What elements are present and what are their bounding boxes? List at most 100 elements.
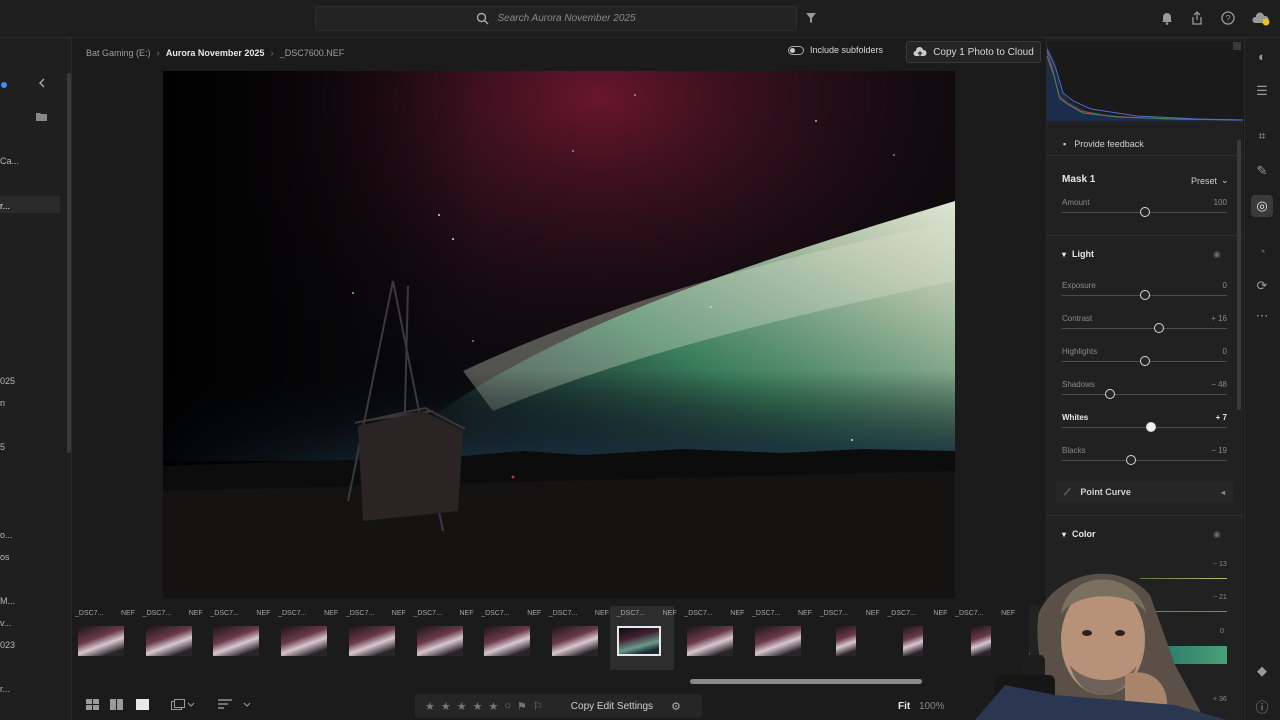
flag-icon[interactable]: ⚑ (517, 700, 527, 713)
left-item[interactable]: M... (0, 596, 15, 606)
breadcrumb-drive[interactable]: Bat Gaming (E:) (73, 48, 157, 58)
left-item[interactable]: 025 (0, 376, 15, 386)
include-subfolders-toggle[interactable]: Include subfolders (788, 45, 883, 55)
thumbnail-image[interactable] (484, 626, 531, 656)
thumbnail-image[interactable] (971, 626, 992, 656)
filmstrip-thumbnail[interactable]: _DSC7... NEF (210, 610, 270, 660)
eye-icon[interactable]: ◉ (1213, 529, 1221, 540)
copy-to-cloud-button[interactable]: Copy 1 Photo to Cloud (906, 41, 1041, 63)
bell-icon[interactable] (1161, 12, 1173, 25)
thumbnail-image[interactable] (551, 626, 598, 656)
thumbnail-image[interactable] (687, 626, 734, 656)
copy-edit-settings-button[interactable]: Copy Edit Settings (571, 701, 653, 712)
breadcrumb-album[interactable]: Aurora November 2025 (160, 48, 271, 58)
square-grid-view-icon[interactable] (110, 699, 123, 710)
share-icon[interactable] (1190, 11, 1204, 25)
filmstrip-thumbnail[interactable]: _DSC7... NEF (609, 606, 677, 670)
filmstrip-thumbnail[interactable]: _DSC7... NEF (955, 610, 1015, 660)
left-item[interactable]: 5 (0, 442, 5, 452)
left-item[interactable]: o... (0, 530, 13, 540)
slider-knob[interactable] (1126, 455, 1137, 465)
left-item[interactable]: os (0, 552, 10, 562)
left-item[interactable]: 023 (0, 640, 15, 650)
thumbnail-image[interactable] (903, 626, 924, 656)
more-icon[interactable]: ⋯ (1251, 305, 1273, 327)
reject-circle-icon[interactable]: ○ (504, 700, 511, 712)
slider-knob[interactable] (1139, 356, 1150, 366)
left-item[interactable]: v... (0, 618, 11, 628)
zoom-level[interactable]: 100% (919, 701, 945, 712)
thumbnail-image[interactable] (416, 626, 463, 656)
filmstrip-thumbnail[interactable]: _DSC7... NEF (820, 610, 880, 660)
red-eye-icon[interactable]: ◔ (1251, 240, 1273, 262)
star-icon[interactable]: ★ (425, 700, 435, 713)
slider-knob[interactable] (1139, 207, 1150, 217)
filmstrip-thumbnail[interactable]: _DSC7... NEF (278, 610, 338, 660)
slider-shadows[interactable]: Shadows − 48 (1062, 380, 1227, 410)
thumbnail-image[interactable] (145, 626, 192, 656)
star-icon[interactable]: ★ (457, 700, 467, 713)
light-section-header[interactable]: ▾ Light (1062, 249, 1094, 259)
slider-exposure[interactable]: Exposure 0 (1062, 281, 1227, 311)
slider-track[interactable] (1062, 328, 1227, 329)
filmstrip-thumbnail[interactable]: _DSC7... NEF (75, 610, 135, 660)
filter-icon[interactable] (805, 12, 817, 24)
grid-view-icon[interactable] (86, 699, 99, 710)
unflag-icon[interactable]: ⚐ (533, 700, 543, 713)
compare-view-icon[interactable] (171, 699, 195, 710)
new-folder-icon[interactable] (35, 111, 48, 122)
filmstrip-thumbnail[interactable]: _DSC7... NEF (887, 610, 947, 660)
left-item-selected[interactable]: r... (0, 201, 10, 211)
filmstrip-thumbnail[interactable]: _DSC7... NEF (414, 610, 474, 660)
filmstrip-thumbnail[interactable]: _DSC7... NEF (549, 610, 609, 660)
left-panel-scrollbar[interactable] (67, 73, 71, 453)
point-curve-row[interactable]: ⟋ Point Curve ◂ (1056, 481, 1233, 503)
slider-knob[interactable] (1139, 290, 1150, 300)
slider-knob[interactable] (1104, 389, 1115, 399)
slider-knob[interactable] (1154, 323, 1165, 333)
search-input[interactable]: Search Aurora November 2025 (497, 13, 635, 24)
healing-icon[interactable]: ✎ (1251, 160, 1273, 182)
toggle-switch[interactable] (788, 45, 804, 55)
eye-icon[interactable]: ◉ (1213, 249, 1221, 260)
amount-slider[interactable]: Amount 100 (1062, 198, 1227, 228)
thumbnail-image[interactable] (348, 626, 395, 656)
slider-knob[interactable] (1146, 422, 1157, 432)
crop-icon[interactable]: ⌗ (1251, 125, 1273, 147)
filmstrip-scrollbar[interactable] (690, 679, 922, 684)
left-item[interactable]: r... (0, 684, 10, 694)
star-icon[interactable]: ★ (441, 700, 451, 713)
masking-icon[interactable]: ◎ (1251, 195, 1273, 217)
presets-icon[interactable]: ◐ (1251, 45, 1273, 67)
filmstrip-thumbnail[interactable]: _DSC7... NEF (346, 610, 406, 660)
filmstrip-thumbnail[interactable]: _DSC7... NEF (481, 610, 541, 660)
sort-icon[interactable] (218, 699, 252, 710)
star-icon[interactable]: ★ (473, 700, 483, 713)
thumbnail-image[interactable] (835, 626, 856, 656)
edit-sliders-icon[interactable]: ☰ (1251, 80, 1273, 102)
thumbnail-image[interactable] (213, 626, 260, 656)
edit-panel-scrollbar[interactable] (1237, 140, 1241, 410)
left-item[interactable]: n (0, 398, 5, 408)
photo-preview[interactable] (163, 71, 955, 598)
color-section-header[interactable]: ▾ Color (1062, 529, 1096, 539)
filmstrip-thumbnail[interactable]: _DSC7... NEF (143, 610, 203, 660)
provide-feedback-row[interactable]: ▪ Provide feedback (1047, 132, 1243, 156)
star-icon[interactable]: ★ (489, 700, 499, 713)
collapse-panel-icon[interactable] (38, 78, 46, 88)
preset-dropdown[interactable]: Preset ⌄ (1191, 175, 1229, 186)
slider-contrast[interactable]: Contrast + 16 (1062, 314, 1227, 344)
slider-track[interactable] (1062, 427, 1227, 428)
slider-highlights[interactable]: Highlights 0 (1062, 347, 1227, 377)
info-icon[interactable]: ⓘ (1251, 695, 1273, 717)
cloud-status-icon[interactable] (1252, 11, 1270, 27)
thumbnail-image[interactable] (281, 626, 328, 656)
zoom-fit[interactable]: Fit (898, 701, 910, 712)
versions-icon[interactable]: ⟳ (1251, 275, 1273, 297)
tag-icon[interactable]: ◆ (1251, 660, 1273, 682)
help-icon[interactable]: ? (1221, 11, 1235, 25)
slider-track[interactable] (1062, 460, 1227, 461)
slider-track[interactable] (1062, 394, 1227, 395)
left-item[interactable]: Ca... (0, 156, 19, 166)
thumbnail-image[interactable] (78, 626, 124, 656)
